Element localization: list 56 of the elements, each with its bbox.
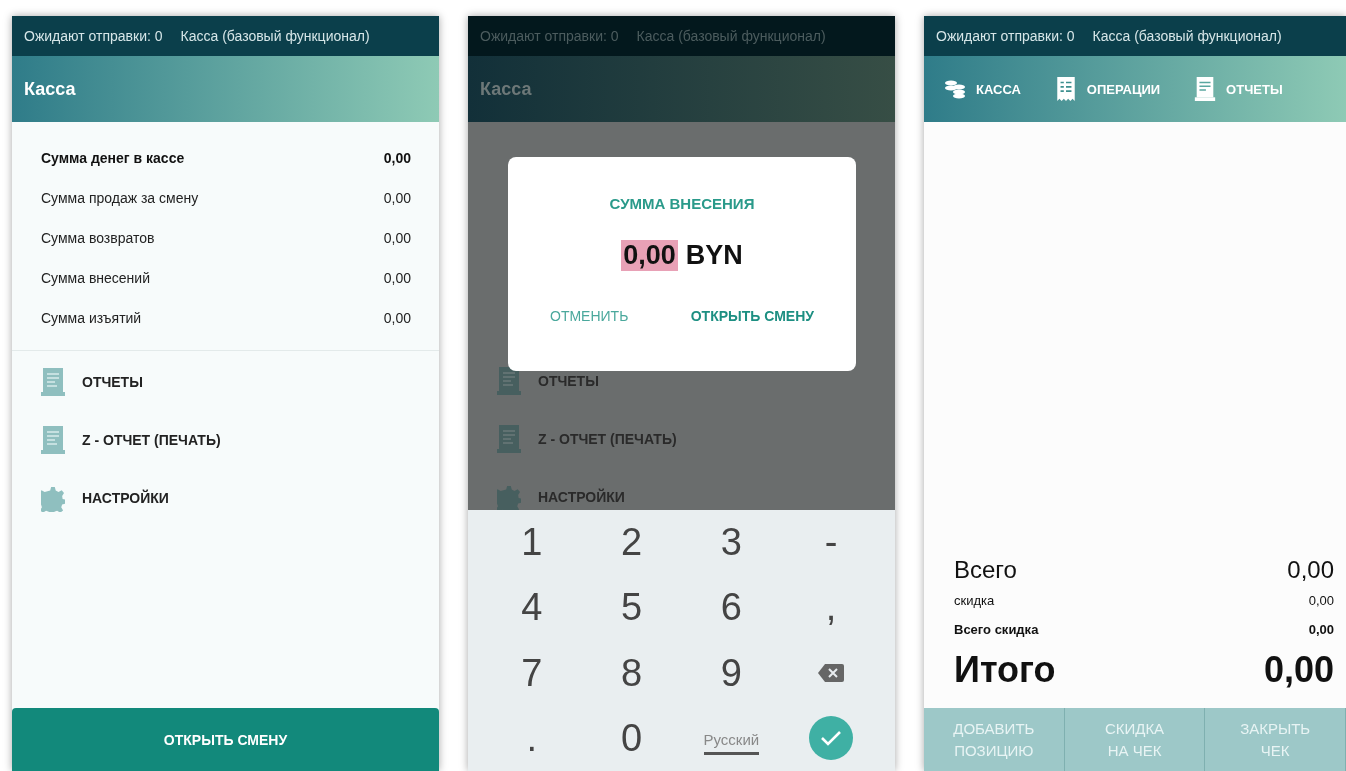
keyboard-key[interactable]: 7 [515,640,549,706]
keyboard-key[interactable]: 5 [615,575,649,641]
total-label: Всего [954,556,1017,584]
status-text: Касса (базовый функционал) [636,28,826,44]
document-icon [41,426,65,454]
sum-label: Сумма возвратов [41,230,155,246]
sum-label: Сумма изъятий [41,310,142,326]
sum-label: Сумма внесений [41,270,150,286]
currency-label: BYN [685,240,743,271]
keyboard-key[interactable]: - [818,510,844,576]
keyboard-key[interactable]: 3 [714,510,748,576]
document-icon [497,425,521,453]
sum-value: 0,00 [383,310,411,326]
backspace-icon[interactable] [818,664,845,683]
menu-item[interactable]: НАСТРОЙКИ [82,490,169,506]
sum-value: 0,00 [383,270,411,286]
total-label: Всего скидка [954,621,1039,637]
keyboard-key[interactable]: 6 [714,575,748,641]
keyboard-key[interactable]: , [819,575,843,641]
menu-item[interactable]: Z - ОТЧЕТ (ПЕЧАТЬ) [82,432,221,448]
sum-label: Сумма продаж за смену [41,190,199,206]
keyboard-key[interactable]: 1 [515,510,549,576]
keyboard-key[interactable]: 9 [714,640,748,706]
keyboard-key[interactable]: 4 [515,575,549,641]
menu-item[interactable]: ОТЧЕТЫ [82,374,143,390]
keyboard-key[interactable]: 2 [615,510,649,576]
dialog-title: СУММА ВНЕСЕНИЯ [609,195,755,212]
screen-title: Касса [24,78,76,100]
total-value: 0,00 [1308,592,1334,608]
status-text: Ожидают отправки: 0 [936,28,1075,44]
screen-title: Касса [480,78,532,100]
total-value: 0,00 [1287,556,1334,584]
sum-value: 0,00 [383,190,411,206]
document-icon [41,368,65,396]
status-text: Касса (базовый функционал) [1092,28,1282,44]
amount-input[interactable]: 0,00 [621,240,678,271]
sum-value: 0,00 [383,230,411,246]
nav-tab[interactable]: КАССА [976,81,1021,97]
keyboard-key[interactable]: 8 [615,640,649,706]
total-label: Итого [954,649,1056,691]
sum-label: Сумма денег в кассе [41,150,185,166]
document-icon [497,367,521,395]
total-label: скидка [954,592,995,608]
status-text: Ожидают отправки: 0 [24,28,163,44]
status-text: Ожидают отправки: 0 [480,28,619,44]
open-shift-button[interactable]: ОТКРЫТЬ СМЕНУ [12,708,439,771]
total-value: 0,00 [1308,621,1334,637]
sum-value: 0,00 [383,150,411,166]
receipt-icon [1054,77,1077,101]
keyboard-key[interactable]: . [520,705,544,771]
document-icon [1194,77,1217,101]
check-icon[interactable] [809,716,854,761]
open-shift-button[interactable]: ОТКРЫТЬ СМЕНУ [684,307,820,325]
status-text: Касса (базовый функционал) [180,28,370,44]
total-value: 0,00 [1263,649,1334,691]
keyboard-key[interactable]: 0 [615,705,649,771]
